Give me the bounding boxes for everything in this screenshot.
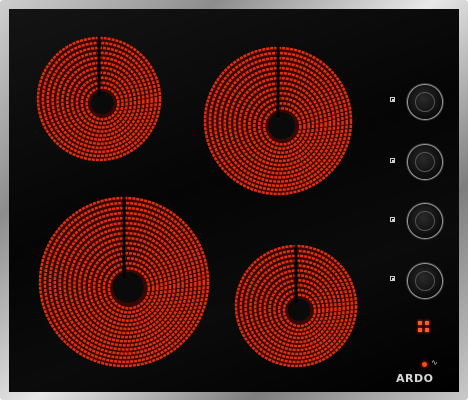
control-knob-1[interactable] xyxy=(408,85,442,119)
burner-center xyxy=(90,91,114,115)
hot-zone-indicator xyxy=(418,321,433,336)
control-knob-3[interactable] xyxy=(408,204,442,238)
ceramic-glass-surface: ∿ xyxy=(9,9,459,392)
knob-2-position-marker xyxy=(390,158,395,163)
knob-4-position-marker xyxy=(390,276,395,281)
control-knob-4[interactable] xyxy=(408,264,442,298)
burner-center xyxy=(287,298,311,322)
power-symbol-icon: ∿ xyxy=(431,358,438,367)
burner-rear-left xyxy=(36,36,162,162)
burner-front-right xyxy=(234,244,358,368)
burner-rear-right xyxy=(203,46,353,196)
burner-front-left xyxy=(38,196,210,368)
knob-1-position-marker xyxy=(390,97,395,102)
control-knob-2[interactable] xyxy=(408,145,442,179)
power-indicator-light xyxy=(422,362,427,367)
burner-center xyxy=(268,112,296,140)
burner-center xyxy=(112,271,144,303)
brand-logo: ARDO xyxy=(396,372,434,385)
cooktop-photo: ∿ ARDO xyxy=(0,0,468,400)
knob-3-position-marker xyxy=(390,217,395,222)
